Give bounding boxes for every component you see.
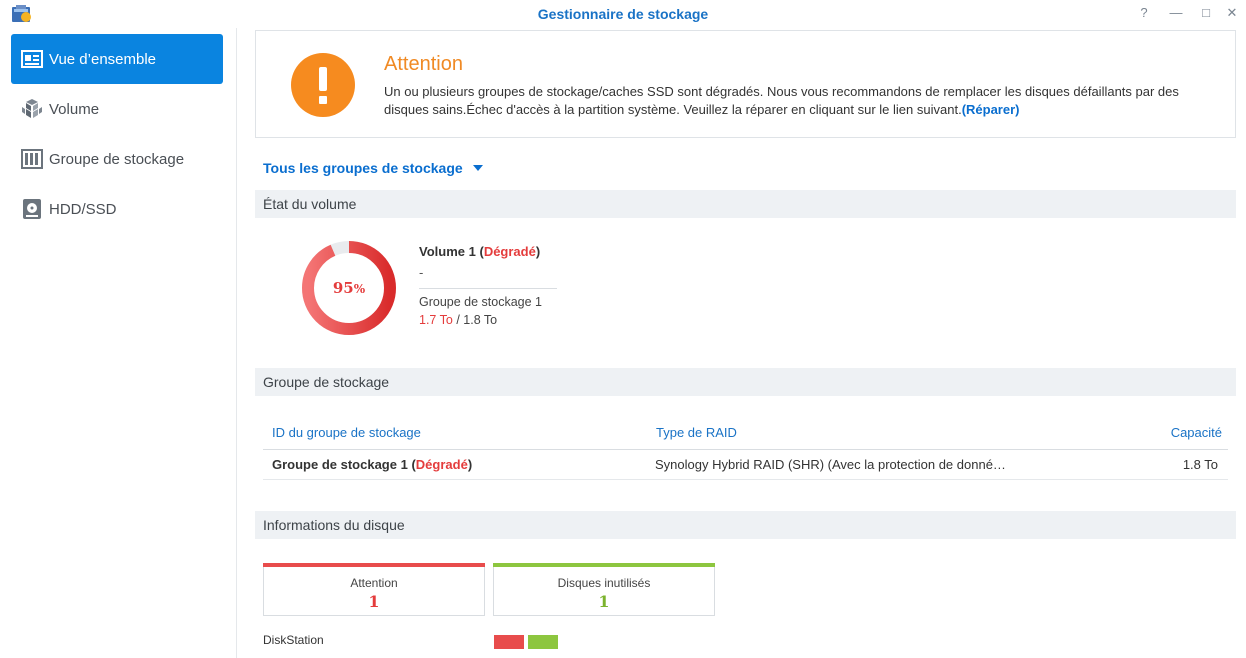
total-capacity: 1.8 To [463, 313, 498, 327]
sidebar-item-label: Volume [49, 100, 100, 118]
sidebar-item-storage-pool[interactable]: Groupe de stockage [11, 134, 223, 184]
volume-description: - [419, 265, 424, 280]
sidebar-item-volume[interactable]: Volume [11, 84, 223, 134]
repair-link[interactable]: (Réparer) [962, 102, 1020, 117]
capacity-separator: / [456, 313, 460, 327]
diskstation-label: DiskStation [263, 633, 324, 647]
disk-info-header: Informations du disque [255, 511, 1236, 539]
used-capacity: 1.7 To [419, 313, 453, 327]
table-row[interactable]: Groupe de stockage 1 (Dégradé) Synology … [263, 450, 1228, 480]
disk-slot-unused[interactable] [528, 635, 558, 649]
storage-pool-dropdown[interactable]: Tous les groupes de stockage [263, 160, 483, 176]
card-count: 1 [368, 592, 380, 611]
minimize-button[interactable]: — [1168, 5, 1184, 21]
column-header-capacity[interactable]: Capacité [1171, 416, 1222, 450]
volume-state-header: État du volume [255, 190, 1236, 218]
disk-slot-attention[interactable] [494, 635, 524, 649]
cubes-icon [21, 98, 43, 120]
capacity-cell: 1.8 To [1182, 457, 1218, 472]
volume-usage-ring: 95% [302, 241, 396, 335]
pool-id-cell: Groupe de stockage 1 (Dégradé) [272, 457, 473, 472]
overview-icon [21, 48, 43, 70]
storage-pool-table: ID du groupe de stockage Type de RAID Ca… [263, 416, 1228, 480]
maximize-button[interactable]: □ [1198, 5, 1214, 21]
attention-disks-card[interactable]: Attention 1 [263, 563, 485, 616]
card-count: 1 [598, 592, 610, 611]
volume-status: (Dégradé) [479, 244, 541, 259]
raid-type-cell: Synology Hybrid RAID (SHR) (Avec la prot… [655, 457, 1006, 472]
main-content: Attention Un ou plusieurs groupes de sto… [255, 28, 1236, 658]
sidebar-item-hdd-ssd[interactable]: HDD/SSD [11, 184, 223, 234]
card-label: Attention [350, 576, 398, 590]
column-header-raid[interactable]: Type de RAID [656, 416, 737, 450]
chevron-down-icon [472, 165, 483, 171]
exclamation-icon [291, 53, 355, 117]
alert-text: Un ou plusieurs groupes de stockage/cach… [384, 84, 1179, 117]
volume-capacity: 1.7 To / 1.8 To [419, 313, 557, 327]
card-status-bar [493, 563, 715, 567]
card-label: Disques inutilisés [557, 576, 651, 590]
close-button[interactable]: ✕ [1224, 5, 1240, 21]
title-bar: Gestionnaire de stockage ? — □ ✕ [0, 0, 1246, 28]
table-header: ID du groupe de stockage Type de RAID Ca… [263, 416, 1228, 450]
volume-name-line: Volume 1 (Dégradé) [419, 244, 557, 259]
unused-disks-card[interactable]: Disques inutilisés 1 [493, 563, 715, 616]
volume-details: Volume 1 (Dégradé) - Groupe de stockage … [419, 244, 557, 327]
alert-message: Un ou plusieurs groupes de stockage/cach… [384, 83, 1204, 119]
sidebar-item-label: HDD/SSD [49, 200, 117, 218]
storage-pool-icon [21, 148, 43, 170]
sidebar-item-label: Groupe de stockage [49, 150, 185, 168]
divider [419, 288, 557, 289]
disk-icon [21, 198, 43, 220]
storage-pool-header: Groupe de stockage [255, 368, 1236, 396]
volume-pool-name: Groupe de stockage 1 [419, 295, 542, 309]
dropdown-label: Tous les groupes de stockage [263, 160, 463, 176]
sidebar-item-overview[interactable]: Vue d’ensemble [11, 34, 223, 84]
card-status-bar [263, 563, 485, 567]
sidebar: Vue d’ensemble Volume Groupe de stockage… [0, 28, 237, 658]
window-title: Gestionnaire de stockage [537, 6, 709, 22]
usage-percent-label: 95% [333, 279, 366, 297]
column-header-id[interactable]: ID du groupe de stockage [272, 416, 421, 450]
help-button[interactable]: ? [1136, 5, 1152, 21]
sidebar-item-label: Vue d’ensemble [49, 50, 157, 68]
warning-banner: Attention Un ou plusieurs groupes de sto… [255, 30, 1236, 138]
volume-name: Volume 1 [419, 244, 476, 259]
alert-title: Attention [384, 53, 463, 75]
